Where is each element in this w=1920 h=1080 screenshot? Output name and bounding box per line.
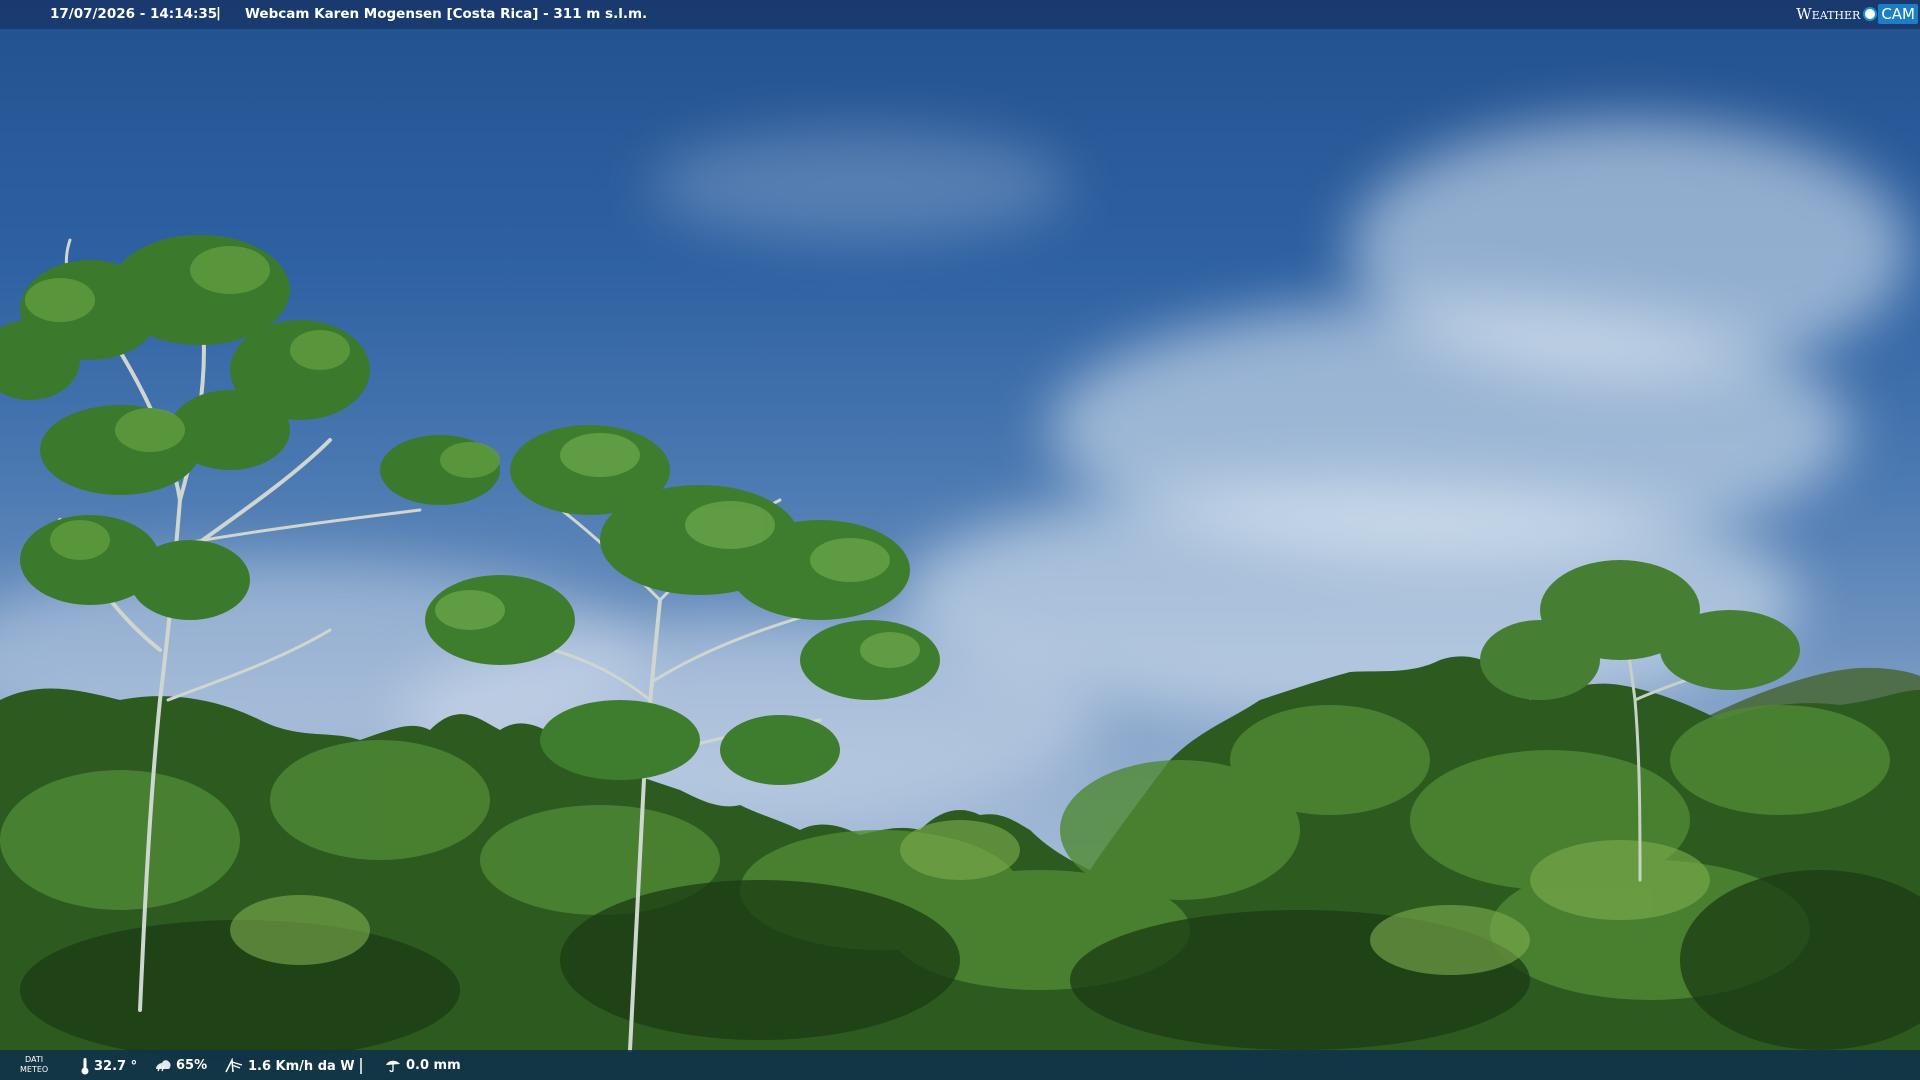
temperature-readout: 32.7 ° [80, 1057, 137, 1075]
humidity-icon [156, 1060, 171, 1072]
rain-readout: 0.0 mm [384, 1057, 461, 1073]
humidity-readout: 65% [154, 1057, 207, 1073]
logo-cam-text: CAM [1878, 4, 1918, 24]
wind-divider-icon [359, 1058, 362, 1074]
label-line-2: METEO [20, 1065, 49, 1074]
wind-icon [225, 1058, 243, 1073]
webcam-frame: 17/07/2026 - 14:14:35 | Webcam Karen Mog… [0, 0, 1920, 1080]
temperature-value: 32.7 ° [94, 1058, 138, 1074]
forest-scene [0, 235, 1920, 1080]
wind-readout: 1.6 Km/h da W [224, 1057, 363, 1075]
rain-icon [386, 1060, 400, 1073]
header-separator: | [216, 5, 221, 21]
thermometer-icon [81, 1058, 89, 1075]
tree-right-foliage [1480, 560, 1800, 700]
weather-data-label: DATI METEO [20, 1055, 48, 1075]
weather-data-bar: DATI METEO 32.7 ° 65% 1.6 Km/h da W 0.0 … [0, 1050, 1920, 1080]
label-line-1: DATI [25, 1055, 44, 1064]
webcam-header-bar: 17/07/2026 - 14:14:35 | Webcam Karen Mog… [0, 0, 1920, 29]
timestamp: 17/07/2026 - 14:14:35 [50, 6, 218, 22]
webcam-caption: Webcam Karen Mogensen [Costa Rica] - 311… [245, 6, 648, 22]
weathercam-logo: Weather CAM [1796, 2, 1918, 26]
humidity-value: 65% [176, 1057, 208, 1073]
wind-value: 1.6 Km/h da W [248, 1058, 355, 1074]
rain-value: 0.0 mm [406, 1057, 461, 1073]
logo-dot-icon [1863, 7, 1878, 21]
logo-weather-text: Weather [1796, 5, 1861, 23]
